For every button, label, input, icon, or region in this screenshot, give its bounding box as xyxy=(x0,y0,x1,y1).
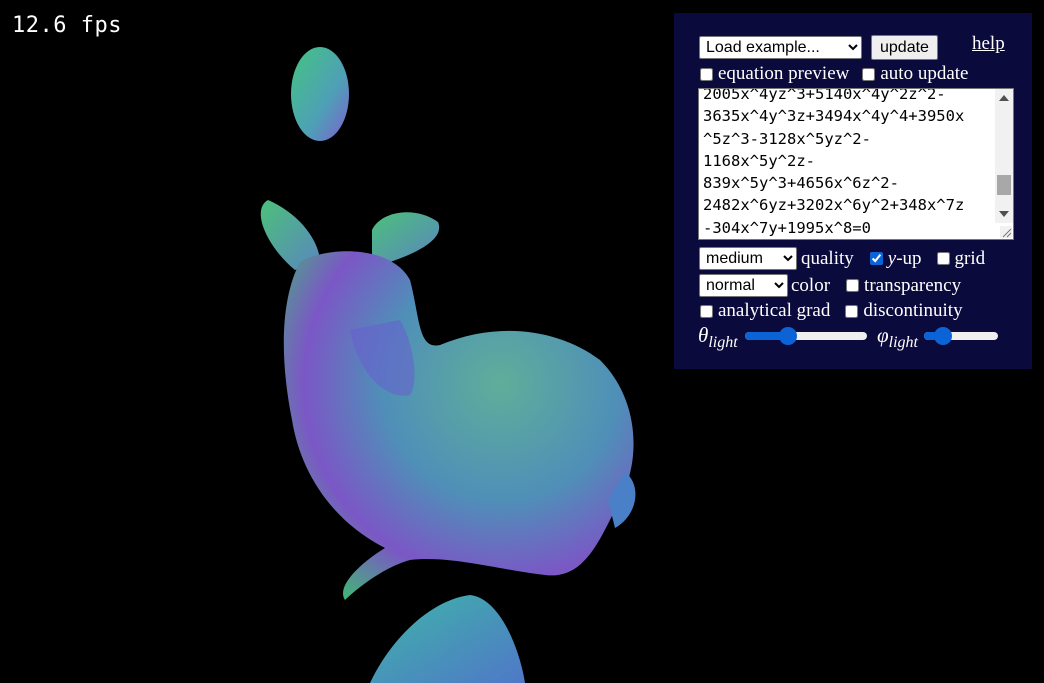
phi-sub: light xyxy=(888,334,918,352)
quality-select[interactable]: medium xyxy=(699,247,797,270)
equation-preview-label: equation preview xyxy=(718,63,850,84)
equation-line: 2482x^6yz+3202x^6y^2+348x^7z xyxy=(703,196,965,215)
color-select[interactable]: normal xyxy=(699,274,788,297)
phi-slider-knob[interactable] xyxy=(933,327,952,345)
quality-row: medium quality y-up grid xyxy=(699,247,985,270)
discontinuity-checkbox[interactable] xyxy=(845,304,859,318)
equation-line: 2005x^4yz^3+5140x^4y^2z^2- xyxy=(703,88,946,103)
y-up-var: y xyxy=(887,247,897,269)
theta-light-slider[interactable] xyxy=(745,327,867,345)
grid-checkbox[interactable] xyxy=(936,252,950,265)
phi-light-label: φlight xyxy=(877,323,918,352)
help-link[interactable]: help xyxy=(972,33,1005,55)
equation-text: 2005x^4yz^3+5140x^4y^2z^2- 3635x^4y^3z+34… xyxy=(703,88,991,239)
right-ear xyxy=(372,212,440,262)
phi-symbol: φ xyxy=(877,323,889,347)
quality-label: quality xyxy=(801,247,854,269)
fps-counter: 12.6 fps xyxy=(12,13,122,38)
bunny-body xyxy=(283,251,634,601)
scroll-down-arrow-icon[interactable] xyxy=(999,211,1009,217)
equation-preview-checkbox[interactable] xyxy=(700,67,713,81)
textarea-scrollbar[interactable] xyxy=(995,89,1013,223)
color-label: color xyxy=(791,274,831,296)
equation-line: 839x^5y^3+4656x^6z^2- xyxy=(703,174,899,193)
bunny-surface xyxy=(260,47,636,683)
analytical-grad-label: analytical grad xyxy=(718,300,831,321)
transparency-label: transparency xyxy=(864,274,962,296)
theta-light-label: θlight xyxy=(698,323,738,352)
equation-line: ^5z^3-3128x^5yz^2- xyxy=(703,129,871,148)
theta-sub: light xyxy=(708,334,738,352)
color-row: normal color transparency xyxy=(699,274,961,297)
equation-line: 1168x^5y^2z- xyxy=(703,151,815,170)
resize-grip-icon[interactable] xyxy=(1000,226,1012,238)
y-up-suffix: -up xyxy=(896,247,922,269)
floating-blob xyxy=(291,47,349,141)
auto-update-label: auto update xyxy=(880,63,969,84)
equation-line: -304x^7y+1995x^8=0 xyxy=(703,218,871,237)
load-example-select[interactable]: Load example... xyxy=(699,36,862,59)
equation-textarea[interactable]: 2005x^4yz^3+5140x^4y^2z^2- 3635x^4y^3z+34… xyxy=(698,88,1014,240)
y-up-checkbox[interactable] xyxy=(869,252,883,265)
analytical-grad-checkbox[interactable] xyxy=(700,304,713,318)
update-button[interactable]: update xyxy=(871,35,938,60)
grad-row: analytical grad discontinuity xyxy=(699,300,963,322)
preview-row: equation preview auto update xyxy=(699,63,968,85)
scroll-thumb[interactable] xyxy=(997,175,1011,195)
toolbar-row: Load example... update xyxy=(699,35,938,60)
control-panel: Load example... update help equation pre… xyxy=(674,13,1032,369)
discontinuity-label: discontinuity xyxy=(863,300,963,321)
auto-update-checkbox[interactable] xyxy=(862,67,876,81)
transparency-checkbox[interactable] xyxy=(846,279,860,292)
equation-line: 3635x^4y^3z+3494x^4y^4+3950x xyxy=(703,107,965,126)
theta-slider-knob[interactable] xyxy=(778,327,797,345)
grid-label: grid xyxy=(954,247,986,269)
bottom-blob xyxy=(370,595,525,683)
y-up-label: y-up xyxy=(888,248,922,270)
scroll-up-arrow-icon[interactable] xyxy=(999,95,1009,101)
phi-light-slider[interactable] xyxy=(924,327,998,345)
theta-symbol: θ xyxy=(698,323,709,347)
